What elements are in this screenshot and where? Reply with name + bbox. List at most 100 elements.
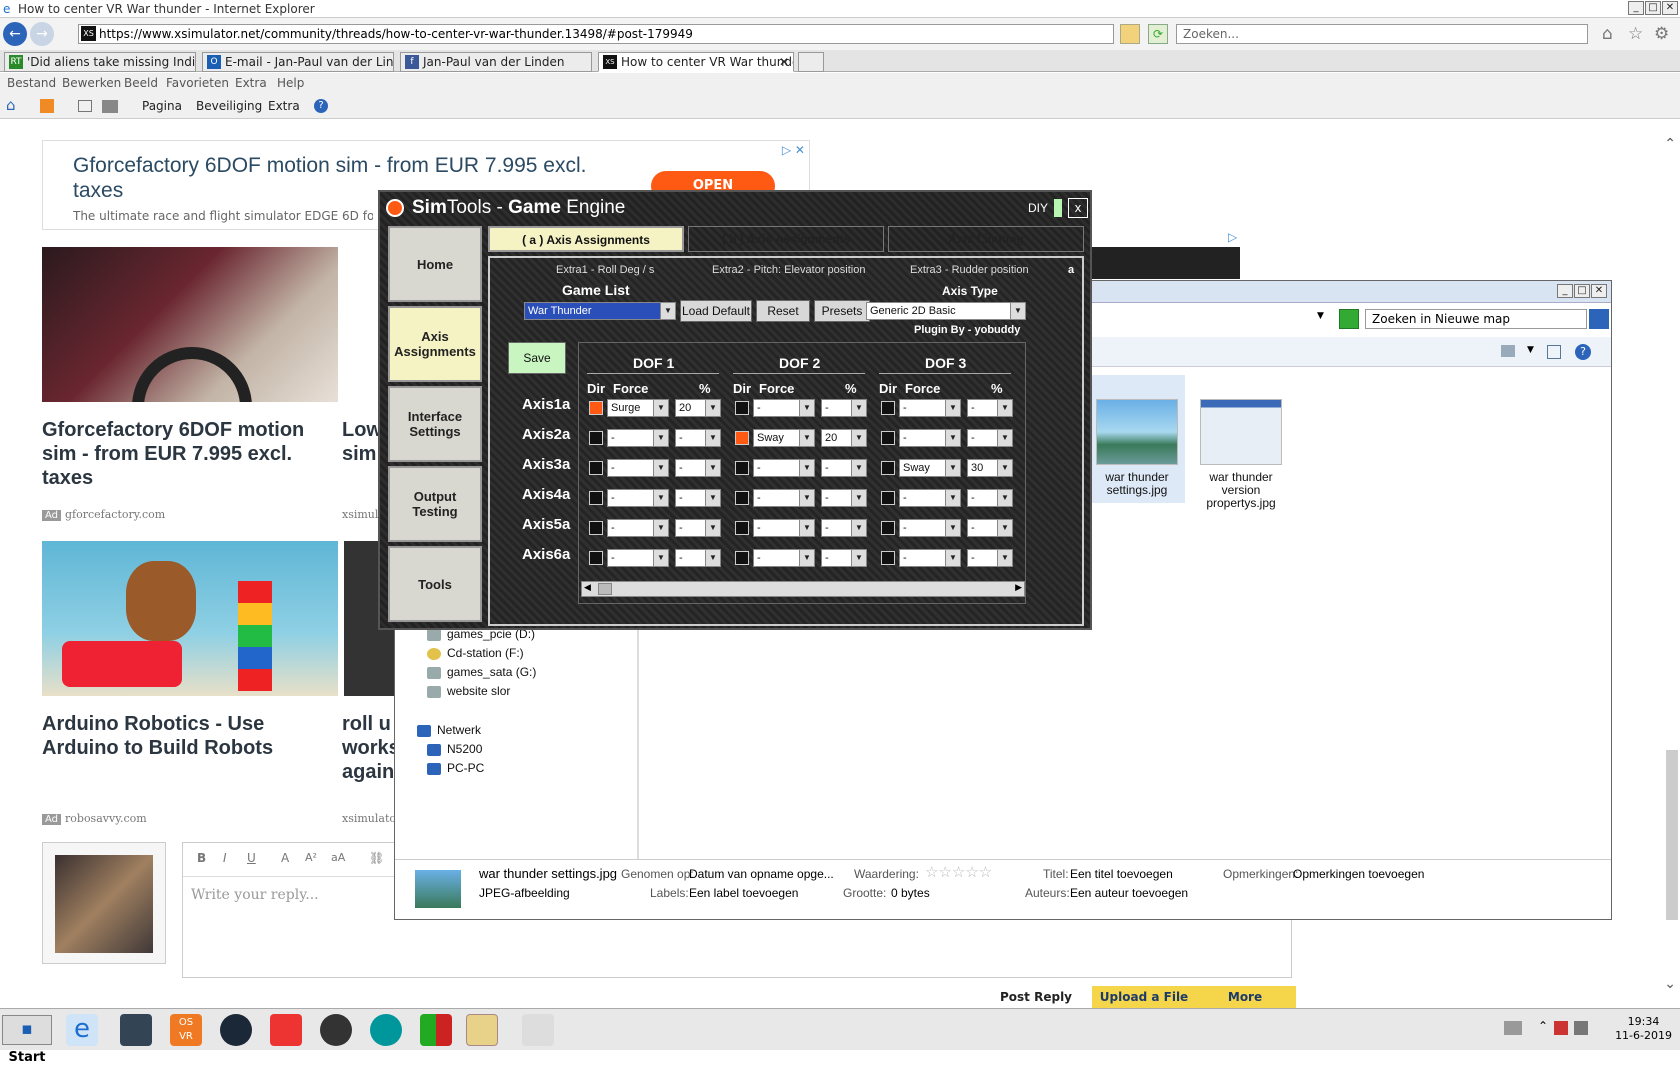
axis2-dof3-force-select[interactable]: - ▼ bbox=[899, 429, 961, 447]
chevron-down-icon[interactable]: ▼ bbox=[945, 490, 960, 506]
axis3-dof3-dir-checkbox[interactable] bbox=[881, 461, 895, 475]
chevron-down-icon[interactable]: ▼ bbox=[705, 460, 720, 476]
more-options-button[interactable]: More Options... bbox=[1194, 986, 1296, 1026]
chevron-down-icon[interactable]: ▼ bbox=[997, 460, 1012, 476]
axis3-dof3-pct-select[interactable]: 30 ▼ bbox=[967, 459, 1013, 477]
forward-icon[interactable]: → bbox=[30, 22, 54, 46]
cmd-beveiliging[interactable]: Beveiliging bbox=[196, 99, 262, 113]
chevron-down-icon[interactable]: ▼ bbox=[851, 400, 866, 416]
chevron-down-icon[interactable]: ▼ bbox=[799, 430, 814, 446]
tab-axis-limiting[interactable]: Axis Limiting bbox=[888, 226, 1084, 252]
axis2-dof1-pct-select[interactable]: - ▼ bbox=[675, 429, 721, 447]
menu-favorieten[interactable]: Favorieten bbox=[166, 76, 229, 90]
axis1-dof3-dir-checkbox[interactable] bbox=[881, 401, 895, 415]
axis4-dof1-force-select[interactable]: - ▼ bbox=[607, 489, 669, 507]
chevron-down-icon[interactable]: ▼ bbox=[705, 490, 720, 506]
tab-axis-a[interactable]: ( a ) Axis Assignments bbox=[488, 226, 684, 252]
axis3-dof1-pct-select[interactable]: - ▼ bbox=[675, 459, 721, 477]
axis5-dof3-dir-checkbox[interactable] bbox=[881, 521, 895, 535]
home-icon[interactable]: ⌂ bbox=[1602, 24, 1613, 44]
tab-email[interactable]: O E-mail - Jan-Paul van der Linden... bbox=[202, 52, 394, 72]
tab-aliens[interactable]: RT 'Did aliens take missing Indian Ai... bbox=[4, 52, 196, 72]
chevron-down-icon[interactable]: ▼ bbox=[653, 550, 668, 566]
gear-icon[interactable]: ⚙ bbox=[1654, 24, 1669, 44]
axis4-dof2-pct-select[interactable]: - ▼ bbox=[821, 489, 867, 507]
chevron-down-icon[interactable]: ▼ bbox=[851, 550, 866, 566]
gear-taskbar-icon[interactable] bbox=[270, 1014, 302, 1046]
axis3-dof2-dir-checkbox[interactable] bbox=[735, 461, 749, 475]
scrollbar-thumb[interactable] bbox=[598, 583, 612, 595]
axis6-dof1-pct-select[interactable]: - ▼ bbox=[675, 549, 721, 567]
upload-file-button[interactable]: Upload a File bbox=[1092, 986, 1196, 1008]
chevron-down-icon[interactable]: ▼ bbox=[653, 430, 668, 446]
page-scrollbar-thumb[interactable] bbox=[1666, 750, 1678, 920]
axis6-dof2-pct-select[interactable]: - ▼ bbox=[821, 549, 867, 567]
card-headline[interactable]: Arduino Robotics - Use Arduino to Build … bbox=[42, 712, 332, 760]
axis3-dof1-force-select[interactable]: - ▼ bbox=[607, 459, 669, 477]
axis1-dof3-force-select[interactable]: - ▼ bbox=[899, 399, 961, 417]
chevron-down-icon[interactable]: ▼ bbox=[799, 490, 814, 506]
sidebar-tools[interactable]: Tools bbox=[388, 546, 482, 622]
reset-button[interactable]: Reset bbox=[756, 300, 810, 322]
axis6-dof2-force-select[interactable]: - ▼ bbox=[753, 549, 815, 567]
chevron-down-icon[interactable]: ▼ bbox=[945, 520, 960, 536]
arduino-taskbar-icon[interactable] bbox=[370, 1014, 402, 1046]
close-button[interactable]: ✕ bbox=[1662, 1, 1678, 15]
chevron-down-icon[interactable]: ▼ bbox=[997, 490, 1012, 506]
presets-button[interactable]: Presets bbox=[814, 300, 870, 322]
card-image-toys[interactable] bbox=[42, 541, 338, 696]
refresh-icon[interactable]: ⟳ bbox=[1148, 24, 1168, 44]
scroll-up-icon[interactable]: ⌃ bbox=[1664, 136, 1676, 152]
italic-button[interactable]: I bbox=[223, 851, 227, 865]
axis4-dof3-dir-checkbox[interactable] bbox=[881, 491, 895, 505]
home-icon[interactable]: ⌂ bbox=[6, 96, 16, 114]
sidebar-interface-settings[interactable]: Interface Settings bbox=[388, 386, 482, 462]
tab-facebook[interactable]: f Jan-Paul van der Linden bbox=[400, 52, 592, 72]
chevron-down-icon[interactable]: ▼ bbox=[945, 550, 960, 566]
mail-icon[interactable] bbox=[78, 100, 92, 112]
axis3-dof2-force-select[interactable]: - ▼ bbox=[753, 459, 815, 477]
rating-stars-icon[interactable]: ☆☆☆☆☆ bbox=[925, 863, 992, 881]
axis6-dof3-force-select[interactable]: - ▼ bbox=[899, 549, 961, 567]
link-icon[interactable]: ⛓ bbox=[369, 851, 384, 865]
tree-item-network[interactable]: Netwerk bbox=[417, 723, 481, 737]
chevron-down-icon[interactable]: ▼ bbox=[660, 303, 675, 319]
browser-search-input[interactable]: Zoeken... bbox=[1176, 24, 1588, 44]
details-labels-value[interactable]: Een label toevoegen bbox=[689, 886, 798, 900]
axis1-dof1-force-select[interactable]: Surge ▼ bbox=[607, 399, 669, 417]
axis6-dof3-dir-checkbox[interactable] bbox=[881, 551, 895, 565]
tree-item-pcpc[interactable]: PC-PC bbox=[427, 761, 484, 775]
address-bar[interactable]: XS https://www.xsimulator.net/community/… bbox=[78, 24, 1114, 44]
osvr-taskbar-icon[interactable]: OS VR bbox=[170, 1014, 202, 1046]
chevron-down-icon[interactable]: ▼ bbox=[851, 460, 866, 476]
axis3-dof1-dir-checkbox[interactable] bbox=[589, 461, 603, 475]
details-title-value[interactable]: Een titel toevoegen bbox=[1070, 867, 1173, 881]
load-default-button[interactable]: Load Default bbox=[680, 300, 752, 322]
axis5-dof2-dir-checkbox[interactable] bbox=[735, 521, 749, 535]
chevron-down-icon[interactable]: ▼ bbox=[945, 400, 960, 416]
axis1-dof1-dir-checkbox[interactable] bbox=[589, 401, 603, 415]
scroll-down-icon[interactable]: ⌄ bbox=[1664, 976, 1676, 992]
tab-axis-b[interactable]: ( b ) Axis Assignments bbox=[688, 226, 884, 252]
tree-item-website[interactable]: website slor bbox=[427, 684, 510, 698]
ad-choices-icon[interactable]: ▷ bbox=[1228, 230, 1237, 244]
tree-item-drive-f[interactable]: Cd-station (F:) bbox=[427, 646, 524, 660]
start-button[interactable]: ◼ Start bbox=[2, 1015, 52, 1065]
chevron-down-icon[interactable]: ▼ bbox=[799, 520, 814, 536]
axis5-dof3-force-select[interactable]: - ▼ bbox=[899, 519, 961, 537]
new-tab-button[interactable] bbox=[798, 52, 824, 72]
chevron-down-icon[interactable]: ▼ bbox=[705, 550, 720, 566]
preview-pane-icon[interactable] bbox=[1547, 345, 1561, 359]
chevron-down-icon[interactable]: ▼ bbox=[705, 430, 720, 446]
minimize-button[interactable]: _ bbox=[1557, 284, 1573, 298]
app2-taskbar-icon[interactable] bbox=[420, 1014, 452, 1046]
details-authors-value[interactable]: Een auteur toevoegen bbox=[1070, 886, 1188, 900]
file-war-thunder-version[interactable]: war thunder version propertys.jpg bbox=[1193, 399, 1289, 510]
details-taken-value[interactable]: Datum van opname opge... bbox=[689, 867, 834, 881]
font-family-button[interactable]: aA bbox=[331, 851, 345, 864]
chevron-down-icon[interactable]: ▼ bbox=[799, 550, 814, 566]
maximize-button[interactable]: □ bbox=[1645, 1, 1661, 15]
horizontal-scrollbar[interactable]: ◀ ▶ bbox=[581, 581, 1025, 597]
reply-placeholder[interactable]: Write your reply... bbox=[191, 887, 319, 903]
menu-beeld[interactable]: Beeld bbox=[124, 76, 158, 90]
